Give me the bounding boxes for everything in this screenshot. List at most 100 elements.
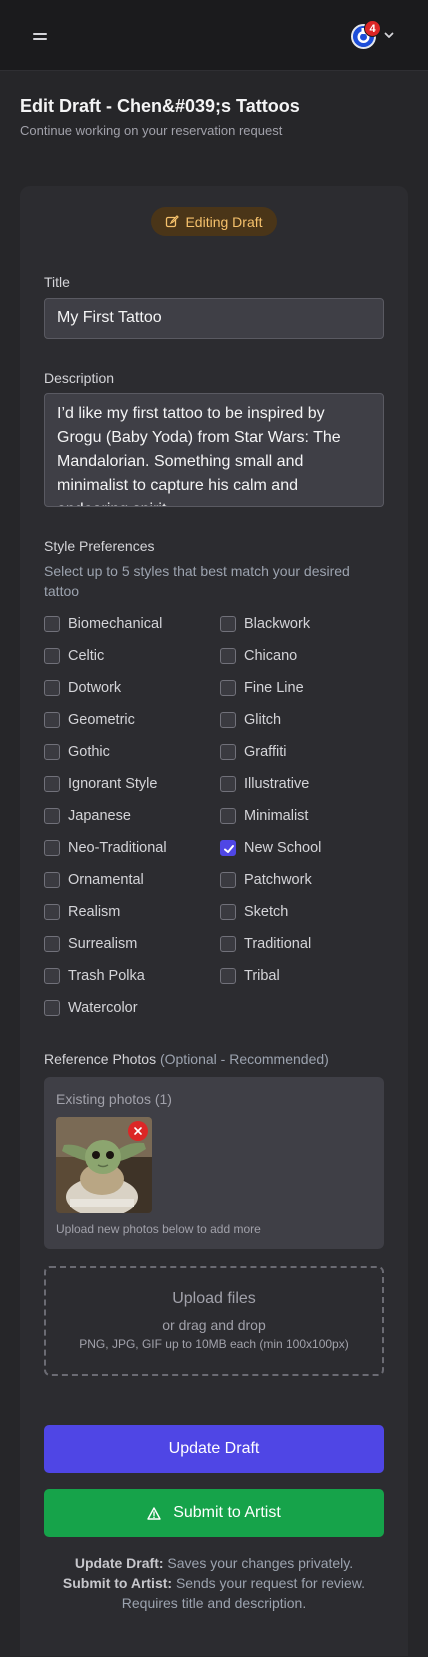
style-option-label: Blackwork [244,616,311,632]
title-label: Title [44,274,70,290]
description-textarea[interactable]: I’d like my first tattoo to be inspired … [44,393,384,507]
style-option-label: Glitch [244,712,282,728]
style-option-neo-traditional[interactable]: Neo-Traditional [44,838,167,858]
reference-photos-label: Reference Photos (Optional - Recommended… [44,1051,329,1067]
dropzone-subtext: or drag and drop [162,1317,266,1333]
submit-requirement: Requires title and description. [121,1595,307,1611]
style-option-sketch[interactable]: Sketch [220,902,288,922]
style-option-graffiti[interactable]: Graffiti [220,742,286,762]
style-checkbox[interactable] [220,936,236,952]
style-option-label: New School [244,840,322,856]
style-option-chicano[interactable]: Chicano [220,646,297,666]
style-checkbox[interactable] [220,712,236,728]
style-checkbox[interactable] [220,872,236,888]
style-option-traditional[interactable]: Traditional [220,934,311,954]
update-draft-button[interactable]: Update Draft [44,1425,384,1473]
style-checkbox[interactable] [220,904,236,920]
hamburger-icon[interactable] [31,28,49,44]
update-draft-term: Update Draft: [74,1555,164,1571]
style-option-glitch[interactable]: Glitch [220,710,281,730]
chevron-down-icon [384,32,394,38]
style-option-celtic[interactable]: Celtic [44,646,104,666]
submit-description: Sends your request for review. [175,1575,366,1591]
style-option-gothic[interactable]: Gothic [44,742,110,762]
style-option-ignorant-style[interactable]: Ignorant Style [44,774,157,794]
style-option-label: Patchwork [244,872,312,888]
style-option-realism[interactable]: Realism [44,902,120,922]
style-checkbox[interactable] [220,744,236,760]
top-navigation-bar: 4 [0,0,428,71]
style-option-label: Geometric [68,712,135,728]
page-subtitle: Continue working on your reservation req… [20,123,283,138]
style-option-label: Minimalist [244,808,309,824]
style-option-dotwork[interactable]: Dotwork [44,678,121,698]
submit-to-artist-button[interactable]: Submit to Artist [44,1489,384,1537]
style-option-label: Celtic [68,648,105,664]
style-checkbox[interactable] [44,840,60,856]
style-checkbox[interactable] [44,648,60,664]
style-checkbox[interactable] [220,968,236,984]
notification-badge: 4 [364,20,381,37]
upload-files-link[interactable]: Upload files [44,1290,384,1308]
submit-explanation: Submit to Artist: Sends your request for… [44,1573,384,1593]
upload-hint: Upload new photos below to add more [56,1222,261,1236]
style-checkbox[interactable] [44,808,60,824]
style-checkbox[interactable] [44,776,60,792]
style-checkbox[interactable] [44,968,60,984]
style-option-new-school[interactable]: New School [220,838,321,858]
style-option-label: Biomechanical [68,616,163,632]
description-label: Description [44,370,115,386]
style-preferences-help: Select up to 5 styles that best match yo… [44,563,350,599]
user-menu-button[interactable]: 4 [351,20,397,50]
reference-photos-optional: (Optional - Recommended) [159,1051,329,1067]
style-option-surrealism[interactable]: Surrealism [44,934,137,954]
style-option-label: Chicano [244,648,298,664]
style-option-label: Trash Polka [68,968,145,984]
style-checkbox[interactable] [44,1000,60,1016]
style-option-label: Traditional [244,936,312,952]
style-option-label: Illustrative [244,776,310,792]
update-draft-explanation: Update Draft: Saves your changes private… [44,1553,384,1573]
style-option-tribal[interactable]: Tribal [220,966,280,986]
checkmark-icon [224,845,234,853]
style-checkbox[interactable] [220,616,236,632]
submit-term: Submit to Artist: [62,1575,173,1591]
style-checkbox[interactable] [44,616,60,632]
style-checkbox[interactable] [44,744,60,760]
submit-to-artist-label: Submit to Artist [173,1504,281,1521]
style-option-illustrative[interactable]: Illustrative [220,774,309,794]
close-icon [134,1127,142,1135]
style-option-label: Gothic [68,744,110,760]
style-option-label: Surrealism [68,936,138,952]
style-option-label: Japanese [68,808,131,824]
style-option-biomechanical[interactable]: Biomechanical [44,614,162,634]
style-option-label: Realism [68,904,121,920]
style-option-label: Graffiti [244,744,287,760]
style-checkbox[interactable] [44,680,60,696]
style-checkbox[interactable] [220,840,236,856]
dropzone-file-requirements: PNG, JPG, GIF up to 10MB each (min 100x1… [79,1337,349,1351]
style-option-japanese[interactable]: Japanese [44,806,131,826]
reference-photos-title: Reference Photos [44,1051,157,1067]
style-checkbox[interactable] [44,904,60,920]
warning-triangle-icon [147,1506,161,1520]
style-option-patchwork[interactable]: Patchwork [220,870,312,890]
style-checkbox[interactable] [44,936,60,952]
style-checkbox[interactable] [220,648,236,664]
style-option-minimalist[interactable]: Minimalist [220,806,308,826]
style-checkbox[interactable] [44,712,60,728]
style-option-watercolor[interactable]: Watercolor [44,998,138,1018]
style-option-fine-line[interactable]: Fine Line [220,678,304,698]
style-checkbox[interactable] [220,776,236,792]
style-option-trash-polka[interactable]: Trash Polka [44,966,145,986]
style-checkbox[interactable] [220,680,236,696]
style-checkbox[interactable] [220,808,236,824]
style-option-ornamental[interactable]: Ornamental [44,870,144,890]
style-checkbox[interactable] [44,872,60,888]
style-option-blackwork[interactable]: Blackwork [220,614,310,634]
style-option-label: Ornamental [68,872,144,888]
title-field[interactable]: My First Tattoo [44,298,384,339]
style-option-geometric[interactable]: Geometric [44,710,135,730]
style-option-label: Ignorant Style [68,776,158,792]
remove-photo-button[interactable] [128,1121,148,1141]
